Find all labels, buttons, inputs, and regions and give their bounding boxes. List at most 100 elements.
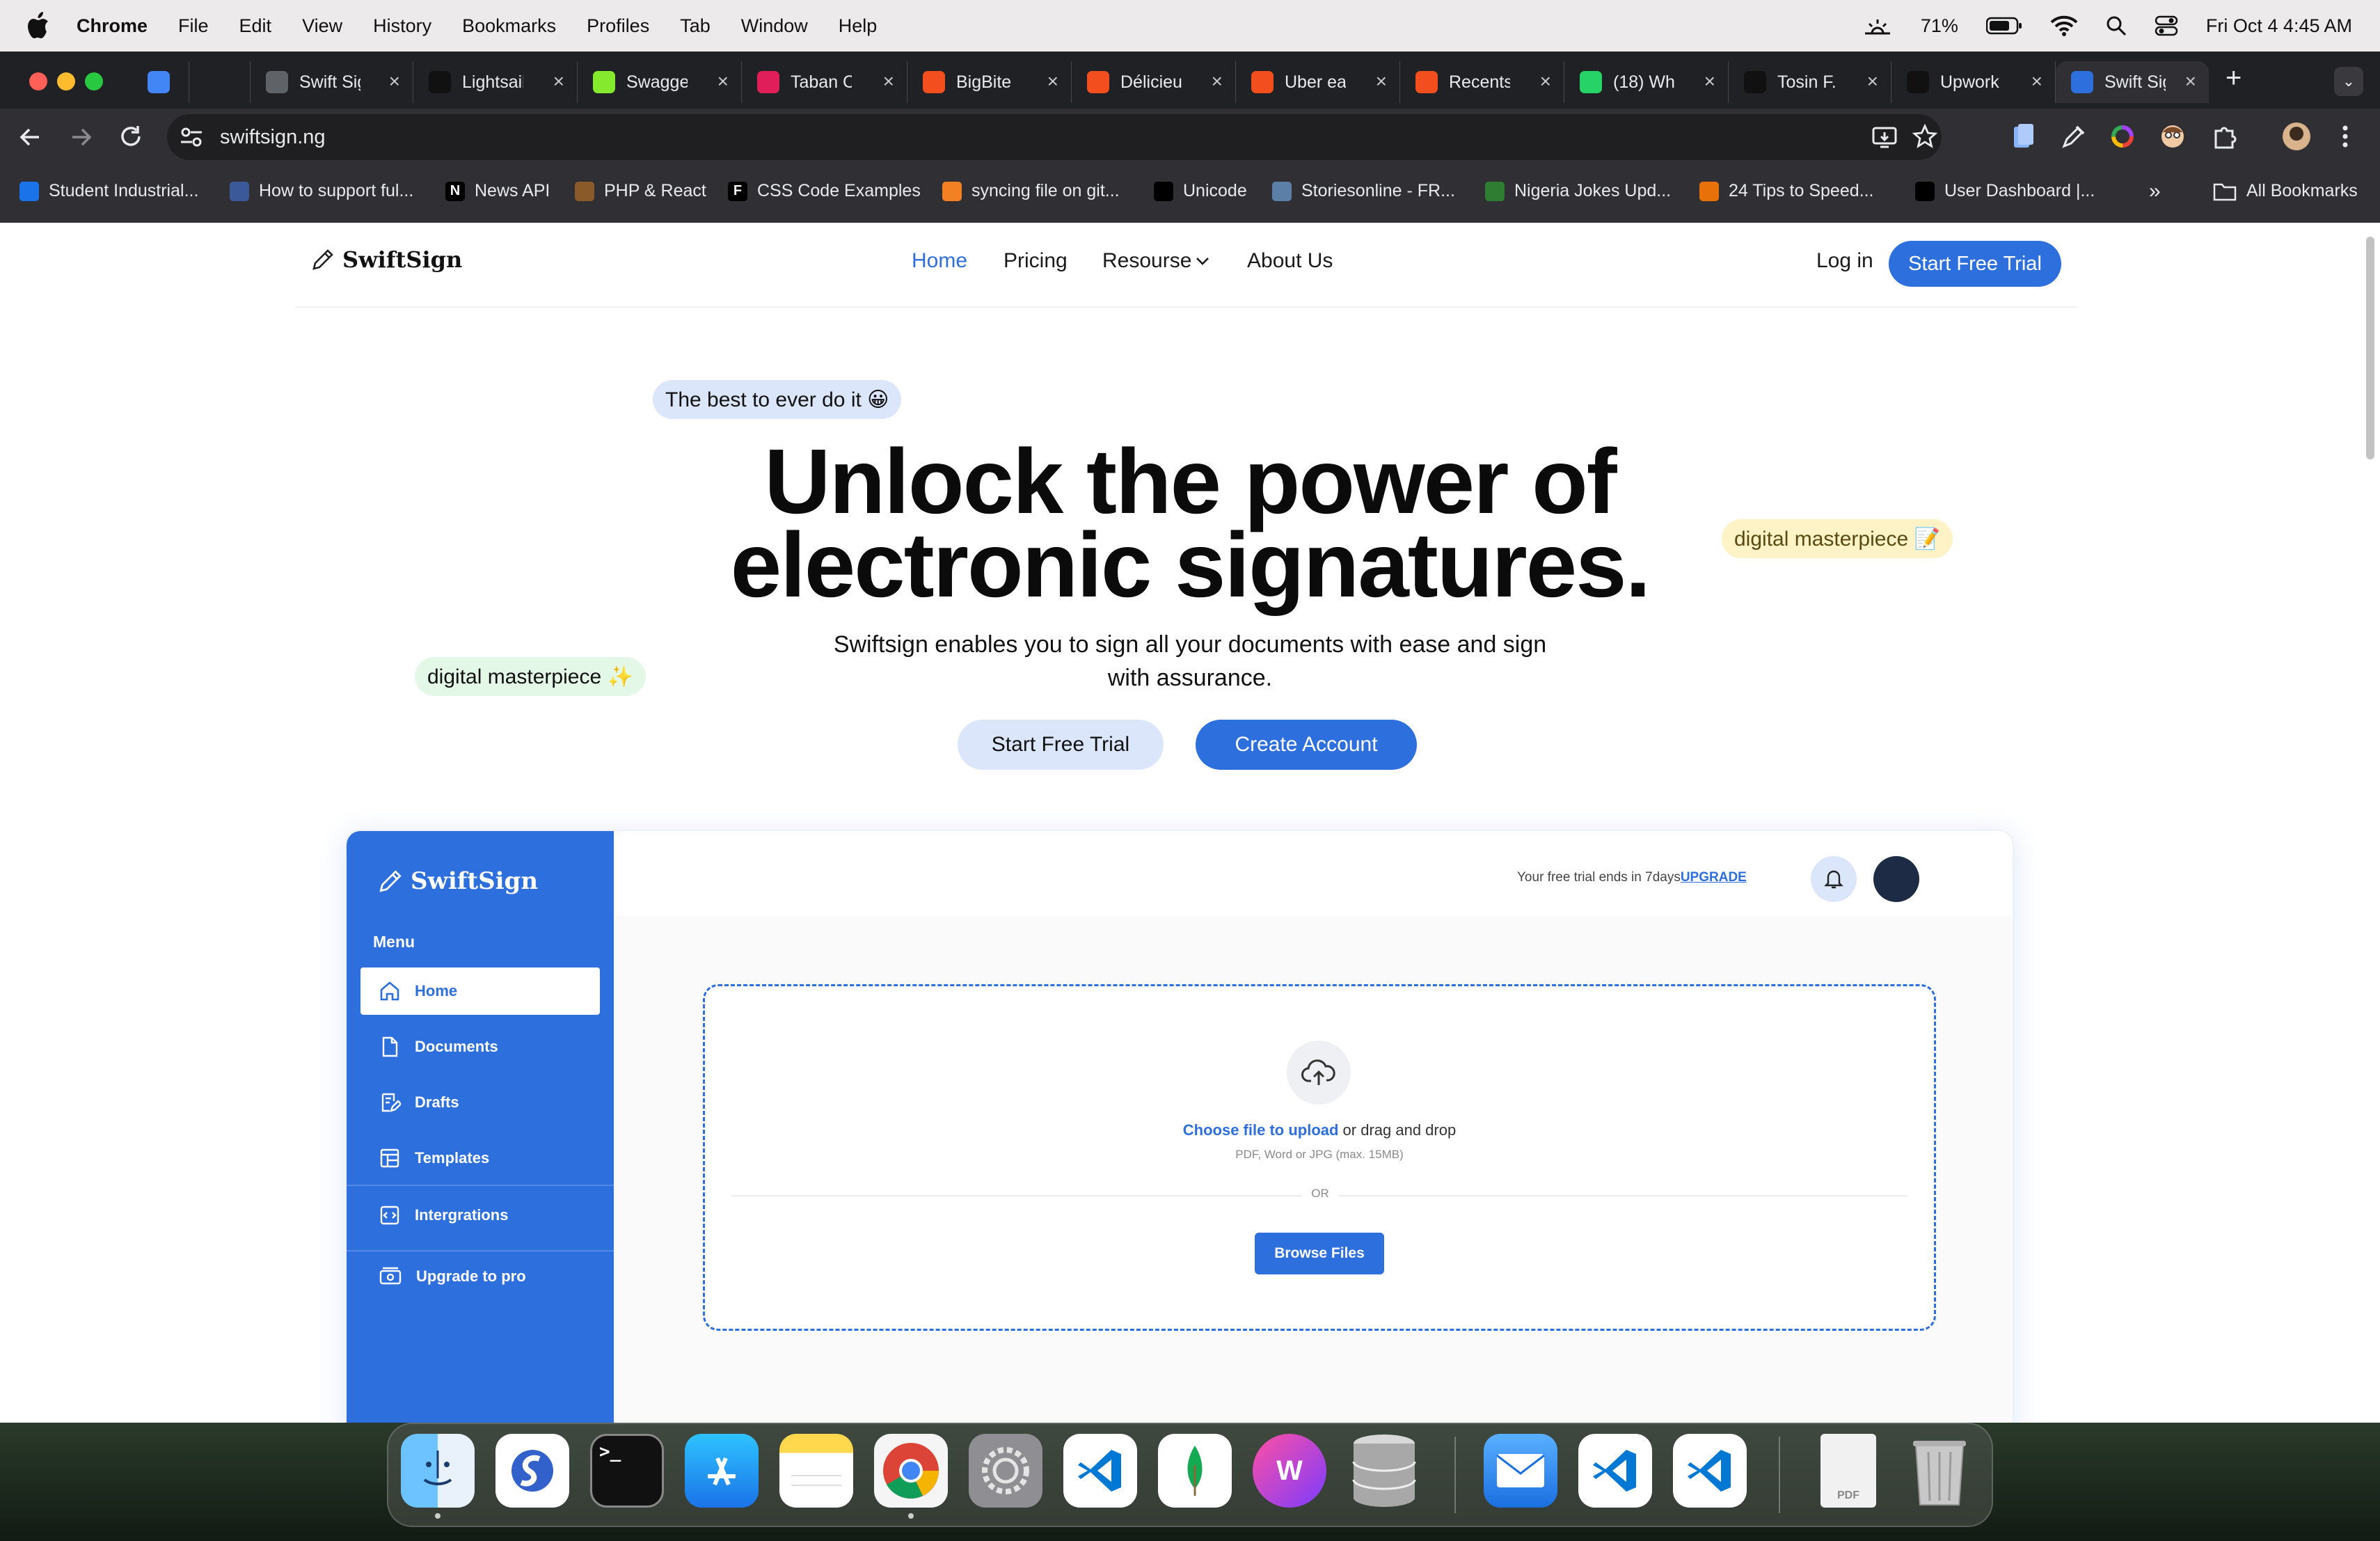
install-app-icon[interactable] <box>1872 125 1897 149</box>
menu-window[interactable]: Window <box>741 15 808 37</box>
user-avatar[interactable] <box>1873 856 1919 902</box>
sidebar-item-documents[interactable]: Documents <box>360 1023 600 1070</box>
back-icon[interactable] <box>18 125 43 149</box>
tab[interactable]: Upwork × <box>1891 61 2056 103</box>
color-picker-icon[interactable] <box>2061 124 2086 149</box>
bookmark-item[interactable]: User Dashboard |... <box>1915 181 2095 201</box>
mongodb-compass-icon[interactable] <box>1158 1434 1232 1508</box>
browse-files-button[interactable]: Browse Files <box>1255 1233 1384 1274</box>
bookmark-item[interactable]: Storiesonline - FR... <box>1272 181 1455 201</box>
apple-icon[interactable] <box>26 12 50 40</box>
extensions-puzzle-icon[interactable] <box>2212 124 2237 149</box>
nav-home[interactable]: Home <box>912 249 967 273</box>
profile-avatar[interactable] <box>2283 123 2310 150</box>
trash-icon[interactable] <box>1903 1434 1976 1508</box>
site-settings-icon[interactable] <box>180 127 203 148</box>
hero-start-trial-button[interactable]: Start Free Trial <box>958 720 1164 770</box>
menu-app-name[interactable]: Chrome <box>77 15 148 37</box>
sidebar-item-drafts[interactable]: Drafts <box>360 1079 600 1126</box>
bookmark-item[interactable]: syncing file on git... <box>942 181 1120 201</box>
spotlight-search-icon[interactable] <box>2106 15 2127 36</box>
close-tab-icon[interactable]: × <box>389 70 400 93</box>
tab-search-chevron-icon[interactable]: ⌄ <box>2334 67 2363 96</box>
login-link[interactable]: Log in <box>1816 249 1873 273</box>
tab[interactable]: Uber ea × <box>1236 61 1400 103</box>
extension-face-icon[interactable] <box>2160 124 2185 149</box>
menu-history[interactable]: History <box>373 15 431 37</box>
bookmark-star-icon[interactable] <box>1912 124 1937 149</box>
tab[interactable]: BigBite × <box>907 61 1072 103</box>
close-tab-icon[interactable]: × <box>553 70 564 93</box>
scrollbar[interactable] <box>2366 237 2374 459</box>
forward-icon[interactable] <box>68 125 93 149</box>
tab[interactable]: Délicieu × <box>1072 61 1236 103</box>
clock[interactable]: Fri Oct 4 4:45 AM <box>2206 15 2352 37</box>
pdf-document-icon[interactable]: PDF <box>1820 1434 1876 1508</box>
maximize-window-button[interactable] <box>85 72 103 90</box>
upgrade-link[interactable]: UPGRADE <box>1681 870 1747 885</box>
site-logo[interactable]: SwiftSign <box>310 246 462 273</box>
wps-office-icon[interactable]: W <box>1253 1434 1326 1508</box>
address-bar[interactable]: swiftsign.ng <box>167 114 1942 160</box>
tab[interactable]: Swagger × <box>578 61 742 103</box>
brightness-icon[interactable] <box>1862 15 1893 36</box>
tab[interactable]: Taban C × <box>742 61 907 103</box>
upload-dropzone[interactable]: Choose file to upload or drag and drop P… <box>703 984 1936 1331</box>
bookmark-item[interactable]: F CSS Code Examples <box>728 181 921 201</box>
tab[interactable]: Swift Sig × <box>2056 61 2209 103</box>
simplenote-icon[interactable] <box>495 1434 569 1508</box>
mail-icon[interactable] <box>1484 1434 1557 1508</box>
new-tab-button[interactable]: + <box>2226 63 2242 94</box>
reload-icon[interactable] <box>118 124 143 149</box>
close-tab-icon[interactable]: × <box>1704 70 1715 93</box>
vscode-icon[interactable] <box>1063 1434 1137 1508</box>
close-tab-icon[interactable]: × <box>1047 70 1058 93</box>
tab[interactable] <box>189 61 251 103</box>
menu-view[interactable]: View <box>302 15 342 37</box>
menu-profiles[interactable]: Profiles <box>587 15 649 37</box>
terminal-icon[interactable]: >_ <box>590 1434 664 1508</box>
close-tab-icon[interactable]: × <box>1540 70 1551 93</box>
vscode-icon-3[interactable] <box>1673 1434 1747 1508</box>
menu-bookmarks[interactable]: Bookmarks <box>462 15 556 37</box>
notes-icon[interactable] <box>779 1434 853 1508</box>
bookmark-item[interactable]: How to support ful... <box>230 181 413 201</box>
close-tab-icon[interactable]: × <box>1867 70 1878 93</box>
close-tab-icon[interactable]: × <box>1376 70 1387 93</box>
choose-file-link[interactable]: Choose file to upload <box>1183 1121 1339 1139</box>
close-tab-icon[interactable]: × <box>717 70 729 93</box>
close-tab-icon[interactable]: × <box>1212 70 1223 93</box>
nav-about[interactable]: About Us <box>1247 249 1333 273</box>
all-bookmarks-folder[interactable]: All Bookmarks <box>2213 181 2358 201</box>
bookmark-item[interactable]: PHP & React <box>575 181 706 201</box>
tab[interactable]: Tosin F. × <box>1729 61 1891 103</box>
app-store-icon[interactable] <box>685 1434 759 1508</box>
nav-pricing[interactable]: Pricing <box>1003 249 1068 273</box>
bookmark-item[interactable]: N News API <box>445 181 550 201</box>
extension-ring-icon[interactable] <box>2110 124 2135 149</box>
sidebar-item-upgrade[interactable]: Upgrade to pro <box>360 1253 600 1300</box>
chrome-menu-icon[interactable] <box>2341 124 2349 149</box>
menu-help[interactable]: Help <box>839 15 878 37</box>
close-tab-icon[interactable]: × <box>2031 70 2042 93</box>
tab[interactable] <box>132 61 189 103</box>
bookmark-item[interactable]: Unicode <box>1154 181 1247 201</box>
close-tab-icon[interactable]: × <box>2185 70 2196 93</box>
finder-icon[interactable] <box>401 1434 475 1508</box>
sidebar-item-templates[interactable]: Templates <box>360 1135 600 1182</box>
control-center-icon[interactable] <box>2155 15 2178 36</box>
minimize-window-button[interactable] <box>57 72 75 90</box>
nav-resources[interactable]: Resourse <box>1102 249 1211 273</box>
tab[interactable]: Swift Sig × <box>251 61 413 103</box>
database-icon[interactable] <box>1347 1434 1421 1508</box>
more-bookmarks-icon[interactable]: » <box>2149 180 2161 203</box>
sidebar-item-integrations[interactable]: Intergrations <box>360 1192 600 1239</box>
bookmark-item[interactable]: 24 Tips to Speed... <box>1699 181 1873 201</box>
header-start-trial-button[interactable]: Start Free Trial <box>1889 241 2061 287</box>
sidebar-item-home[interactable]: Home <box>360 967 600 1015</box>
close-tab-icon[interactable]: × <box>883 70 894 93</box>
create-account-button[interactable]: Create Account <box>1196 720 1417 770</box>
bookmark-item[interactable]: Student Industrial... <box>19 181 198 201</box>
tab[interactable]: Recents × <box>1400 61 1564 103</box>
extension-docs-icon[interactable] <box>2011 123 2035 150</box>
